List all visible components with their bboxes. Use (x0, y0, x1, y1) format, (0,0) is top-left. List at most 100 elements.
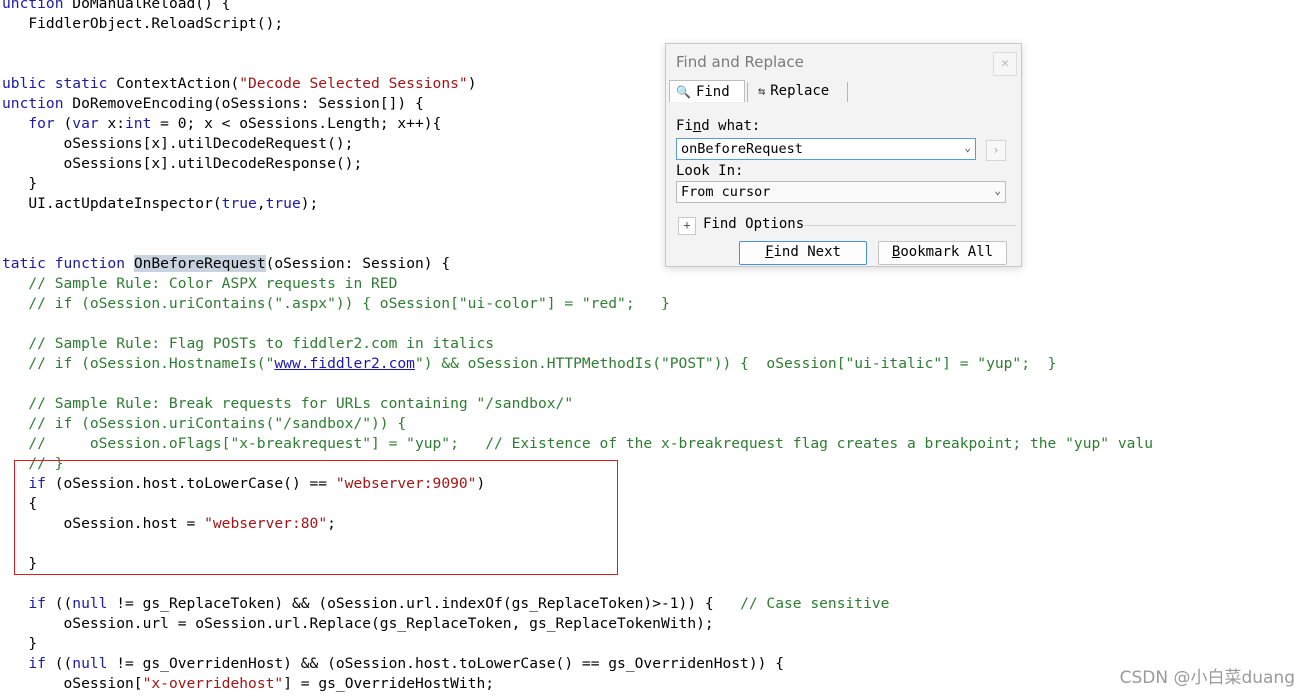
options-divider (804, 225, 1016, 226)
code-token: "Decode Selected Sessions" (239, 75, 468, 92)
code-line: } (2, 174, 37, 194)
code-token: != gs_OverridenHost) && (oSession.host.t… (107, 655, 784, 672)
code-token: true (221, 195, 257, 212)
code-token: null (72, 655, 108, 672)
code-token: } (2, 175, 38, 192)
code-token: if (28, 655, 46, 672)
code-line: oSession["x-overridehost"] = gs_Override… (2, 674, 495, 694)
code-token: oSession.url = oSession.url.Replace(gs_R… (2, 615, 714, 632)
code-line: // Sample Rule: Flag POSTs to fiddler2.c… (2, 334, 494, 354)
code-line: // Sample Rule: Color ASPX requests in R… (2, 274, 397, 294)
code-line: if ((null != gs_ReplaceToken) && (oSessi… (2, 594, 889, 614)
code-token: (( (45, 595, 73, 612)
code-token: // if (oSession.uriContains(".aspx")) { … (2, 295, 670, 312)
code-token: FiddlerObject.ReloadScript(); (2, 15, 284, 32)
code-token: = 0; x < oSessions.Length; x++){ (151, 115, 442, 132)
code-token: } (2, 635, 38, 652)
code-line: // if (oSession.uriContains(".aspx")) { … (2, 294, 670, 314)
code-token: oSessions[x].utilDecodeRequest(); (2, 135, 354, 152)
code-token: UI.actUpdateInspector( (2, 195, 222, 212)
find-next-button[interactable]: Find Next (739, 241, 867, 265)
code-token: OnBeforeRequest (133, 255, 266, 272)
find-icon: 🔍 (676, 84, 691, 99)
code-token: unction (2, 0, 64, 12)
code-token: (oSession: Session) { (265, 255, 451, 272)
bookmark-all-button[interactable]: Bookmark All (878, 241, 1007, 265)
replace-icon: ⇆ (758, 84, 766, 98)
code-line: // if (oSession.uriContains("/sandbox/")… (2, 414, 406, 434)
find-what-label: Find what: (676, 118, 761, 134)
tab-divider (847, 82, 848, 102)
find-what-value: onBeforeRequest (681, 141, 803, 157)
script-editor[interactable]: unction DoManualReload() { FiddlerObject… (0, 0, 1309, 698)
code-token: (( (45, 655, 73, 672)
code-token: true (265, 195, 301, 212)
look-in-value: From cursor (681, 184, 771, 200)
code-token: if (28, 595, 46, 612)
code-token: , (256, 195, 266, 212)
code-line: // oSession.oFlags["x-breakrequest"] = "… (2, 434, 1153, 454)
code-token: // oSession.oFlags["x-breakrequest"] = "… (2, 435, 1153, 452)
chevron-down-icon[interactable]: ⌄ (964, 139, 971, 157)
tab-find[interactable]: 🔍 Find (669, 80, 745, 102)
code-line: unction DoRemoveEncoding(oSessions: Sess… (2, 94, 424, 114)
code-line: oSessions[x].utilDecodeRequest(); (2, 134, 354, 154)
code-token: // if (oSession.uriContains("/sandbox/")… (2, 415, 407, 432)
code-token: // Case sensitive (740, 595, 890, 612)
tab-replace-label: Replace (770, 83, 830, 99)
code-token: ) (467, 75, 477, 92)
code-token: != gs_ReplaceToken) && (oSession.url.ind… (107, 595, 741, 612)
code-token: int (125, 115, 152, 132)
code-token: unction (2, 95, 64, 112)
look-in-select[interactable]: From cursor ⌄ (676, 181, 1006, 203)
code-token: DoRemoveEncoding(oSessions: Session[]) { (63, 95, 424, 112)
code-line: ublic static ContextAction("Decode Selec… (2, 74, 476, 94)
code-line: if ((null != gs_OverridenHost) && (oSess… (2, 654, 784, 674)
code-line: FiddlerObject.ReloadScript(); (2, 14, 283, 34)
code-line: for (var x:int = 0; x < oSessions.Length… (2, 114, 441, 134)
annotation-box (14, 460, 618, 575)
code-token: "x-overridehost" (142, 675, 284, 692)
code-token: ); (300, 195, 319, 212)
tab-replace[interactable]: ⇆ Replace (752, 80, 848, 102)
expand-options-button[interactable]: + (678, 217, 696, 235)
code-line: oSessions[x].utilDecodeResponse(); (2, 154, 363, 174)
dialog-title: Find and Replace (676, 53, 804, 71)
code-token: oSession[ (2, 675, 143, 692)
code-token: oSessions[x].utilDecodeResponse(); (2, 155, 363, 172)
code-line: unction DoManualReload() { (2, 0, 230, 14)
code-token: for (28, 115, 55, 132)
code-line: tatic function OnBeforeRequest(oSession:… (2, 254, 450, 274)
code-line: } (2, 634, 37, 654)
find-what-input[interactable]: onBeforeRequest ⌄ (676, 138, 976, 160)
code-token: tatic function (2, 255, 126, 272)
code-token: ") && oSession.HTTPMethodIs("POST")) { o… (414, 355, 1057, 372)
code-token: ContextAction( (107, 75, 240, 92)
code-line: UI.actUpdateInspector(true,true); (2, 194, 318, 214)
code-link[interactable]: www.fiddler2.com (274, 355, 415, 372)
tab-find-label: Find (695, 83, 730, 100)
find-next-arrow-button[interactable]: › (986, 140, 1006, 161)
code-line: // Sample Rule: Break requests for URLs … (2, 394, 573, 414)
look-in-label: Look In: (676, 163, 744, 179)
watermark: CSDN @小白菜duang (1119, 668, 1295, 688)
code-token: ] = gs_OverrideHostWith; (283, 675, 495, 692)
code-token: // Sample Rule: Flag POSTs to fiddler2.c… (2, 335, 495, 352)
find-replace-dialog: Find and Replace ✕ 🔍 Find ⇆ Replace Find… (665, 43, 1022, 267)
code-line: // if (oSession.HostnameIs("www.fiddler2… (2, 354, 1056, 374)
code-token: DoManualReload() { (63, 0, 231, 12)
chevron-down-icon[interactable]: ⌄ (994, 182, 1001, 200)
close-button[interactable]: ✕ (993, 52, 1017, 76)
tab-divider (747, 82, 748, 102)
code-token: x: (98, 115, 126, 132)
code-line: oSession.url = oSession.url.Replace(gs_R… (2, 614, 714, 634)
code-token: // Sample Rule: Color ASPX requests in R… (2, 275, 398, 292)
code-token: // if (oSession.HostnameIs(" (2, 355, 275, 372)
code-token: ublic static (2, 75, 108, 92)
code-token: var (72, 115, 99, 132)
find-options-label: Find Options (703, 216, 805, 232)
